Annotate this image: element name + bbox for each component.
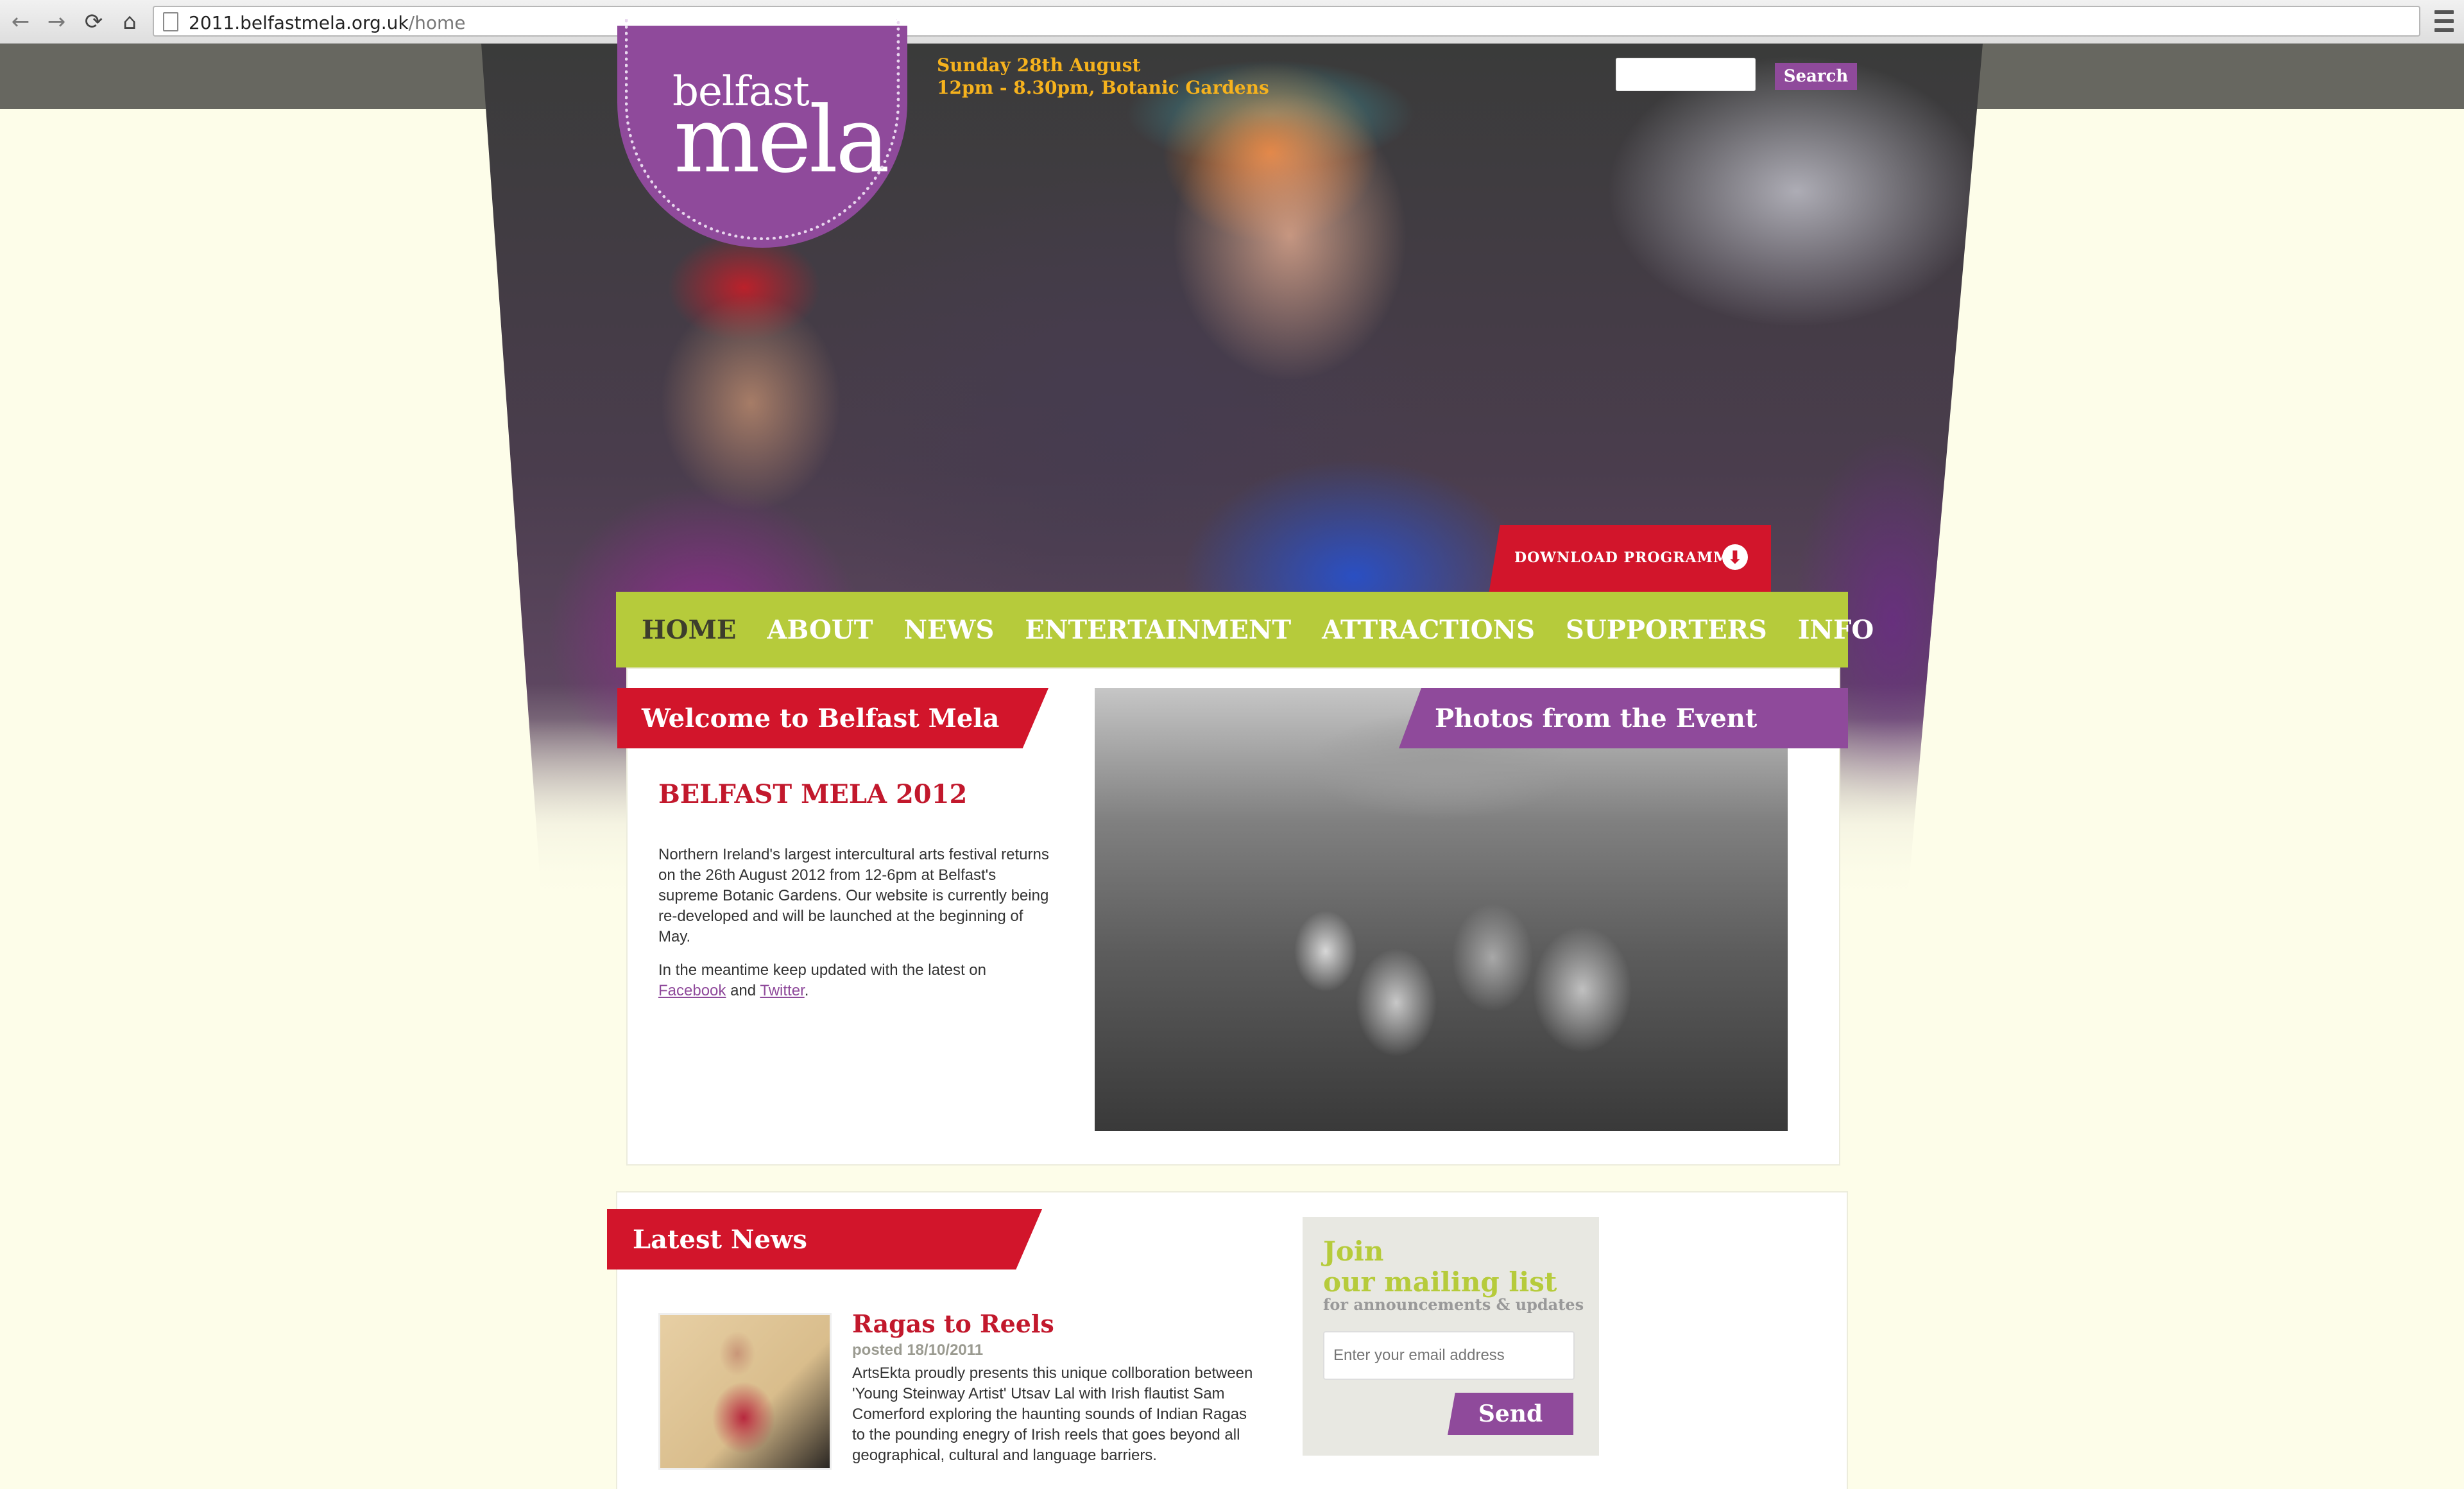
event-date-line2: 12pm - 8.30pm, Botanic Gardens	[937, 77, 1269, 98]
reload-icon[interactable]: ⟳	[78, 6, 109, 37]
welcome-title: Welcome to Belfast Mela	[642, 703, 1000, 734]
nav-item-info[interactable]: INFO	[1798, 615, 1874, 645]
news-item-body: ArtsEkta proudly presents this unique co…	[852, 1364, 1253, 1464]
news-item-title[interactable]: Ragas to Reels	[852, 1309, 1054, 1338]
email-field[interactable]	[1323, 1331, 1575, 1380]
back-icon[interactable]: ←	[5, 6, 36, 37]
home-icon[interactable]: ⌂	[114, 6, 145, 37]
nav-item-about[interactable]: ABOUT	[767, 615, 873, 645]
forward-icon[interactable]: →	[41, 6, 72, 37]
mailing-line2: our mailing list	[1323, 1266, 1557, 1298]
and-text: and	[726, 982, 760, 999]
period-text: .	[804, 982, 809, 999]
facebook-link[interactable]: Facebook	[658, 982, 726, 999]
news-item-date: posted 18/10/2011	[852, 1341, 984, 1359]
photos-banner[interactable]: Photos from the Event	[1399, 688, 1848, 748]
twitter-link[interactable]: Twitter	[760, 982, 804, 999]
main-nav: HOME ABOUT NEWS ENTERTAINMENT ATTRACTION…	[616, 592, 1874, 667]
url-host: 2011.belfastmela.org.uk	[189, 12, 409, 33]
mailing-subtitle: for announcements & updates	[1323, 1295, 1584, 1314]
mela-2012-heading: BELFAST MELA 2012	[658, 779, 968, 809]
send-button[interactable]: Send	[1448, 1393, 1573, 1435]
nav-item-supporters[interactable]: SUPPORTERS	[1566, 615, 1767, 645]
welcome-banner: Welcome to Belfast Mela	[617, 688, 1048, 748]
download-icon: ⬇	[1722, 544, 1748, 570]
logo-text-belfast: belfast	[672, 68, 810, 116]
news-thumbnail[interactable]	[658, 1313, 832, 1470]
search-input[interactable]	[1616, 58, 1756, 91]
nav-item-news[interactable]: NEWS	[903, 615, 994, 645]
mailing-list-box: Join our mailing list for announcements …	[1303, 1217, 1599, 1456]
url-text[interactable]: 2011.belfastmela.org.uk/home	[189, 12, 465, 33]
mailing-line1: Join	[1323, 1235, 1384, 1267]
menu-icon[interactable]	[2434, 10, 2454, 32]
download-programme-label: DOWNLOAD PROGRAMME	[1514, 549, 1741, 566]
latest-news-banner: Latest News	[607, 1209, 1042, 1270]
social-text: In the meantime keep updated with the la…	[658, 961, 986, 979]
download-programme-button[interactable]: DOWNLOAD PROGRAMME ⬇	[1489, 525, 1771, 594]
mailing-list-heading: Join our mailing list	[1323, 1236, 1557, 1298]
nav-item-home[interactable]: HOME	[642, 615, 736, 645]
url-path: /home	[408, 12, 466, 33]
search-button[interactable]: Search	[1775, 63, 1857, 90]
page-icon	[163, 12, 178, 31]
event-date: Sunday 28th August 12pm - 8.30pm, Botani…	[937, 54, 1269, 99]
intro-paragraph: Northern Ireland's largest intercultural…	[658, 846, 1049, 945]
logo-text-mela: mela	[674, 87, 890, 193]
social-paragraph: In the meantime keep updated with the la…	[658, 960, 1043, 1001]
nav-item-entertainment[interactable]: ENTERTAINMENT	[1025, 615, 1291, 645]
address-bar[interactable]: 2011.belfastmela.org.uk/home	[153, 6, 2420, 37]
event-date-line1: Sunday 28th August	[937, 55, 1141, 76]
nav-item-attractions[interactable]: ATTRACTIONS	[1322, 615, 1535, 645]
photos-title: Photos from the Event	[1435, 703, 1758, 734]
event-photo[interactable]	[1095, 688, 1788, 1131]
browser-toolbar: ← → ⟳ ⌂ 2011.belfastmela.org.uk/home	[0, 0, 2464, 44]
latest-news-title: Latest News	[633, 1225, 807, 1255]
